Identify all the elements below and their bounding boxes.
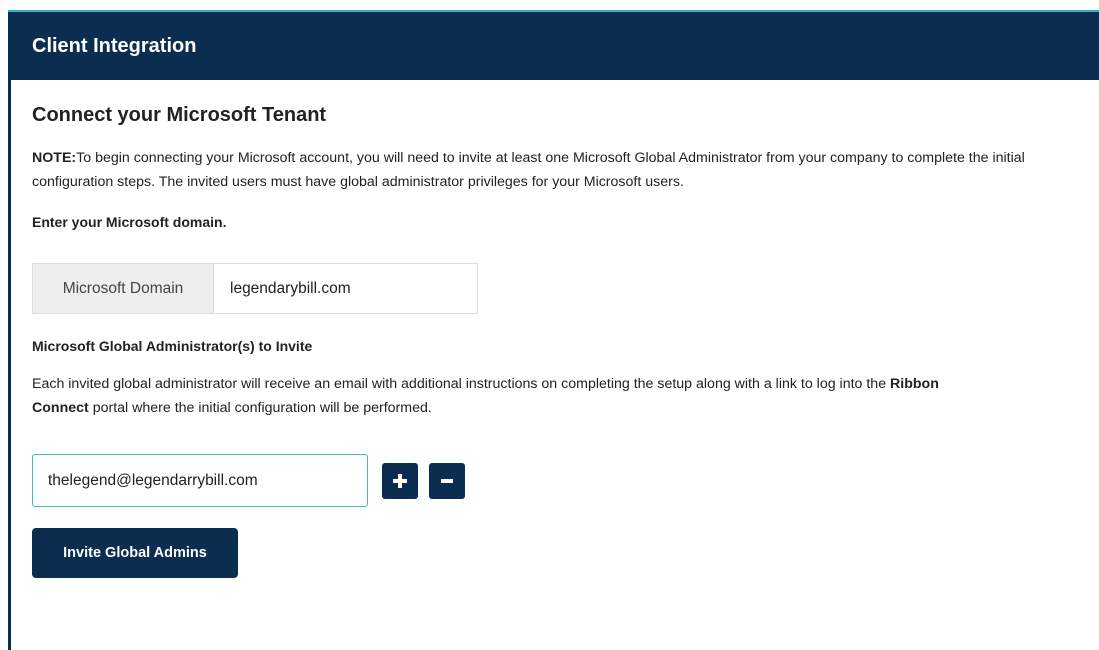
note-text: To begin connecting your Microsoft accou…	[32, 150, 1025, 190]
add-admin-button[interactable]	[382, 462, 418, 499]
domain-prompt-label: Enter your Microsoft domain.	[32, 214, 227, 230]
left-edge-bar	[8, 12, 11, 650]
plus-icon	[393, 473, 407, 488]
section-title: Connect your Microsoft Tenant	[32, 104, 327, 126]
note-paragraph: NOTE:To begin connecting your Microsoft …	[32, 146, 1092, 194]
note-prefix: NOTE:	[32, 150, 77, 166]
panel-header: Client Integration	[11, 12, 1099, 80]
admins-section-label: Microsoft Global Administrator(s) to Inv…	[32, 338, 313, 354]
client-integration-panel: Client Integration Connect your Microsof…	[0, 0, 1099, 650]
admins-desc-part1: Each invited global administrator will r…	[32, 376, 891, 392]
panel-title: Client Integration	[32, 34, 197, 57]
remove-admin-button[interactable]	[429, 462, 465, 499]
microsoft-domain-input[interactable]	[213, 263, 478, 314]
admins-desc-part2: portal where the initial configuration w…	[88, 400, 432, 416]
minus-icon	[441, 474, 453, 488]
admin-email-row	[32, 454, 465, 507]
admin-email-input[interactable]	[32, 454, 368, 507]
domain-input-group: Microsoft Domain	[32, 263, 478, 314]
domain-addon-label: Microsoft Domain	[32, 263, 213, 314]
admins-description: Each invited global administrator will r…	[32, 372, 972, 420]
invite-global-admins-button[interactable]: Invite Global Admins	[32, 528, 238, 578]
